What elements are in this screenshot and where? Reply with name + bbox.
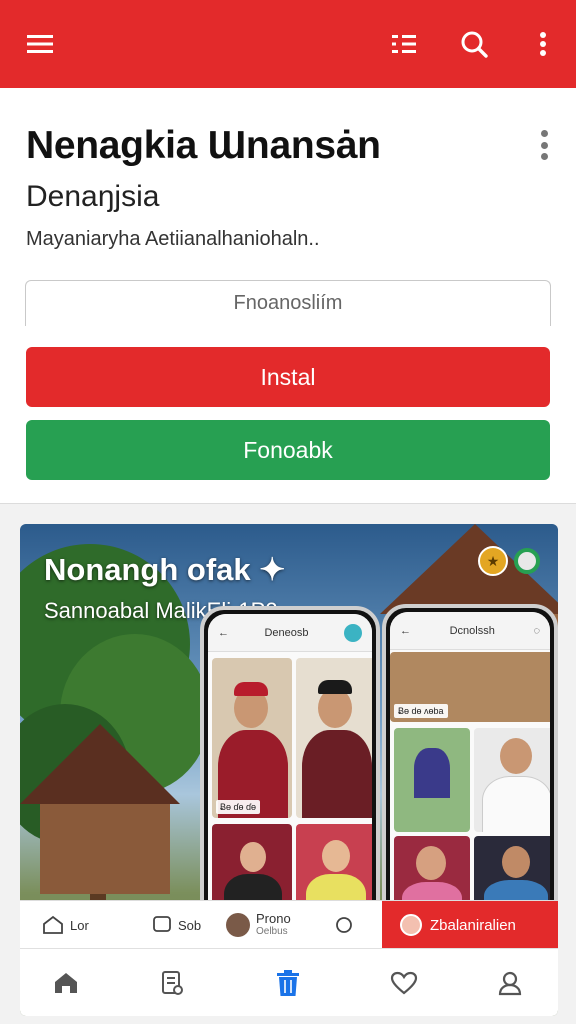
more-vertical-icon[interactable] (525, 26, 561, 62)
cap (234, 682, 268, 696)
avatar (400, 914, 422, 936)
app-subtitle: Denaŋjsia (26, 180, 160, 213)
photo-tile-stairs (394, 728, 470, 832)
medal-badge-icon: ★ (478, 546, 508, 576)
chat-outline-icon (153, 916, 171, 932)
mini-nav-label: Sob (178, 917, 202, 933)
phone-avatar-icon (344, 623, 362, 642)
profile-name: Prono (256, 911, 291, 926)
top-app-bar (0, 0, 576, 88)
home-outline-icon (43, 915, 63, 934)
mini-nav-label: Lor (70, 917, 89, 933)
filter-list-icon[interactable] (386, 26, 422, 62)
avatar (226, 913, 250, 937)
back-arrow-icon: ← (218, 626, 229, 639)
person-photo-tile: Ƀɵ ɗɵ ɗɵ (212, 658, 292, 818)
mini-nav-chat-alt[interactable] (334, 901, 360, 949)
profile-sub: Oelbus (256, 926, 288, 937)
phone-header: ← Dcnolssh ◌ (390, 612, 550, 650)
app-description: Mayaniaryha Aetiianalhaniohaln.. (26, 228, 320, 250)
back-arrow-icon: ← (400, 624, 411, 637)
phone-header: ← Deneosb (208, 614, 372, 652)
more-icon: ◌ (533, 624, 540, 637)
hamburger-menu-icon[interactable] (22, 26, 58, 62)
mini-nav-cta-button[interactable]: Zbalaniralien (382, 901, 558, 949)
phone-header-title: Deneosb (264, 626, 309, 639)
facebook-button[interactable]: Fonoabk (26, 420, 550, 480)
profile-icon[interactable] (494, 967, 526, 999)
mini-nav-home[interactable]: Lor (42, 901, 89, 949)
cap (318, 680, 352, 694)
mini-nav-chat[interactable]: Sob (152, 901, 201, 949)
cta-label: Zbalaniralien (430, 916, 516, 934)
status-ring-icon (514, 548, 540, 574)
house-wall-illustration (40, 804, 170, 894)
banner-title: Nonangh ofak ✦ (44, 552, 286, 587)
message-circle-icon (336, 917, 352, 933)
person-photo-tile (474, 728, 550, 832)
mini-nav-profile[interactable]: Prono Oelbus (226, 901, 291, 949)
app-info-card: Nenagkia Ɯnansȧn Denaŋjsia Mayaniaryha A… (0, 88, 576, 504)
install-button[interactable]: Instal (26, 347, 550, 407)
photo-tile-building: Ƀɵ dɵ ʌɵba (390, 652, 550, 722)
notes-icon[interactable] (156, 967, 188, 999)
bottom-navigation (20, 948, 558, 1016)
person-photo-tile (296, 658, 372, 818)
app-title: Nenagkia Ɯnansȧn (26, 124, 381, 167)
tile-caption: Ƀɵ dɵ ʌɵba (394, 704, 448, 718)
trash-icon[interactable] (272, 967, 304, 999)
more-options-icon[interactable] (532, 128, 556, 162)
home-icon[interactable] (50, 967, 82, 999)
tile-caption: Ƀɵ ɗɵ ɗɵ (216, 800, 261, 814)
text-field[interactable]: Fnoanosliím (25, 280, 551, 326)
search-icon[interactable] (456, 26, 492, 62)
banner-mini-nav: Lor Sob Prono Oelbus Zbalaniralien (20, 900, 558, 949)
heart-icon[interactable] (388, 967, 420, 999)
phone-header-title: Dcnolssh (449, 624, 495, 637)
sparkle-icon: ✦ (259, 552, 286, 587)
